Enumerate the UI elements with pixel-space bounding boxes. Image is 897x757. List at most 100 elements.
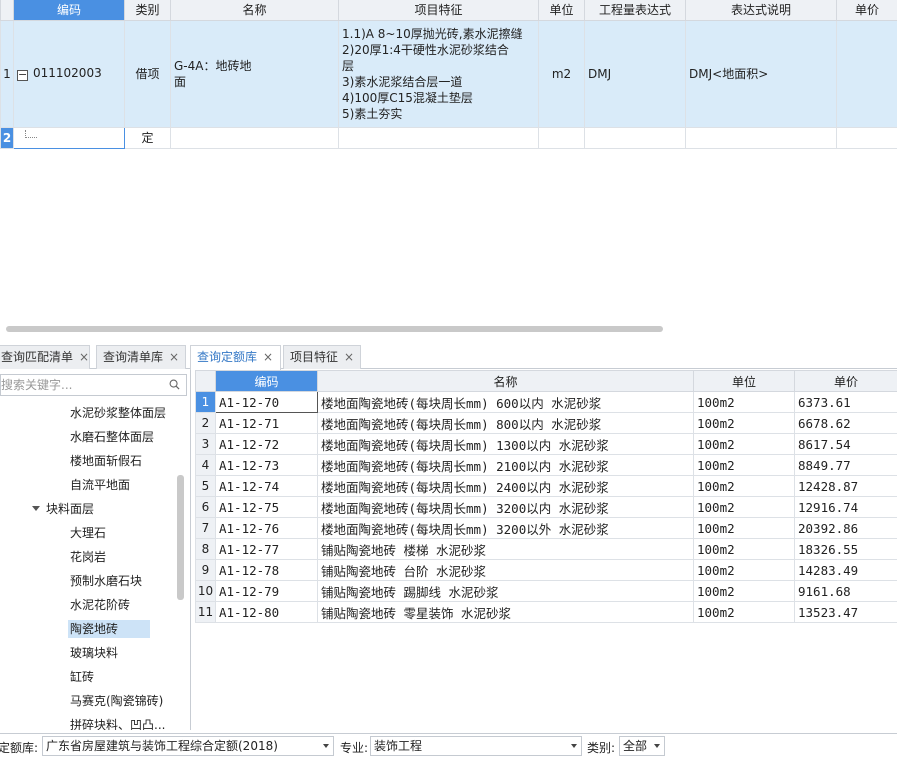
quota-code[interactable]: A1-12-77 — [215, 538, 318, 560]
quota-code-input-cell[interactable] — [13, 126, 125, 149]
quota-unit[interactable]: 100m2 — [693, 580, 795, 602]
row-number[interactable]: 7 — [195, 517, 216, 539]
bill-expression[interactable]: DMJ — [584, 19, 686, 128]
quota-price[interactable]: 6373.61 — [794, 391, 897, 413]
quota-unit[interactable]: 100m2 — [693, 517, 795, 539]
quota-features[interactable] — [338, 126, 539, 149]
quota-code[interactable]: A1-12-70 — [215, 391, 318, 413]
quota-code[interactable]: A1-12-73 — [215, 454, 318, 476]
quota-price[interactable]: 6678.62 — [794, 412, 897, 434]
bill-unit[interactable]: m2 — [538, 19, 585, 128]
quota-unit[interactable]: 100m2 — [693, 559, 795, 581]
header-features[interactable]: 项目特征 — [338, 0, 539, 21]
quota-code[interactable]: A1-12-76 — [215, 517, 318, 539]
quota-price[interactable]: 18326.55 — [794, 538, 897, 560]
row-number[interactable]: 5 — [195, 475, 216, 497]
quota-table-row[interactable]: 2 A1-12-71 楼地面陶瓷地砖(每块周长mm) 800以内 水泥砂浆 100m2… — [195, 412, 897, 434]
quota-name[interactable]: 铺贴陶瓷地砖 踢脚线 水泥砂浆 — [317, 580, 694, 602]
quota-code[interactable]: A1-12-80 — [215, 601, 318, 623]
quota-table-row[interactable]: 9 A1-12-78 铺贴陶瓷地砖 台阶 水泥砂浆 100m2 14283.49 — [195, 559, 897, 581]
row-number[interactable]: 1 — [195, 391, 216, 413]
quota-table-row[interactable]: 1 A1-12-70 楼地面陶瓷地砖(每块周长mm) 600以内 水泥砂浆 100m2… — [195, 391, 897, 413]
tree-item[interactable]: 水泥花阶砖 — [0, 593, 176, 617]
quota-table-row[interactable]: 10 A1-12-79 铺贴陶瓷地砖 踢脚线 水泥砂浆 100m2 9161.68 — [195, 580, 897, 602]
quota-unit[interactable]: 100m2 — [693, 391, 795, 413]
quota-name[interactable]: 楼地面陶瓷地砖(每块周长mm) 3200以外 水泥砂浆 — [317, 517, 694, 539]
bill-expression-desc[interactable]: DMJ<地面积> — [685, 19, 837, 128]
tree-item[interactable]: 楼地面斩假石 — [0, 449, 176, 473]
tree-item[interactable]: 大理石 — [0, 521, 176, 545]
bill-price[interactable] — [836, 19, 897, 128]
row-number[interactable]: 9 — [195, 559, 216, 581]
quota-name[interactable]: 楼地面陶瓷地砖(每块周长mm) 600以内 水泥砂浆 — [317, 391, 694, 413]
quota-name[interactable]: 铺贴陶瓷地砖 零星装饰 水泥砂浆 — [317, 601, 694, 623]
search-box[interactable] — [0, 374, 187, 396]
quota-code[interactable]: A1-12-71 — [215, 412, 318, 434]
quota-library-select[interactable]: 广东省房屋建筑与装饰工程综合定额(2018) — [42, 736, 334, 756]
header-expression-desc[interactable]: 表达式说明 — [685, 0, 837, 21]
bill-features-cell[interactable]: 1.1)A 8~10厚抛光砖,素水泥擦缝 2)20厚1:4干硬性水泥砂浆结合 层… — [338, 19, 539, 128]
quota-name[interactable]: 铺贴陶瓷地砖 楼梯 水泥砂浆 — [317, 538, 694, 560]
bill-row[interactable]: 1 −011102003 借项 G-4A：地砖地 面 1.1)A 8~10厚抛光… — [0, 19, 897, 128]
quota-table-row[interactable]: 7 A1-12-76 楼地面陶瓷地砖(每块周长mm) 3200以外 水泥砂浆 100m… — [195, 517, 897, 539]
quota-name[interactable] — [170, 126, 339, 149]
row-number[interactable]: 2 — [0, 126, 14, 149]
quota-code[interactable]: A1-12-75 — [215, 496, 318, 518]
quota-row[interactable]: 2 定 — [0, 126, 897, 149]
quota-price[interactable]: 12428.87 — [794, 475, 897, 497]
header-name[interactable]: 名称 — [317, 370, 694, 392]
quota-code[interactable]: A1-12-78 — [215, 559, 318, 581]
quota-table-row[interactable]: 4 A1-12-73 楼地面陶瓷地砖(每块周长mm) 2100以内 水泥砂浆 100m… — [195, 454, 897, 476]
quota-price[interactable]: 8849.77 — [794, 454, 897, 476]
row-number[interactable]: 3 — [195, 433, 216, 455]
quota-code[interactable]: A1-12-79 — [215, 580, 318, 602]
tab-item-features[interactable]: 项目特征 × — [283, 345, 361, 369]
quota-unit[interactable]: 100m2 — [693, 412, 795, 434]
quota-unit[interactable]: 100m2 — [693, 454, 795, 476]
header-code[interactable]: 编码 — [215, 370, 318, 392]
quota-code[interactable]: A1-12-74 — [215, 475, 318, 497]
quota-price[interactable]: 8617.54 — [794, 433, 897, 455]
search-input[interactable] — [1, 375, 161, 395]
quota-name[interactable]: 楼地面陶瓷地砖(每块周长mm) 2100以内 水泥砂浆 — [317, 454, 694, 476]
quota-name[interactable]: 楼地面陶瓷地砖(每块周长mm) 1300以内 水泥砂浆 — [317, 433, 694, 455]
quota-price[interactable]: 13523.47 — [794, 601, 897, 623]
quota-price[interactable]: 14283.49 — [794, 559, 897, 581]
quota-price[interactable] — [836, 126, 897, 149]
quota-name[interactable]: 楼地面陶瓷地砖(每块周长mm) 2400以内 水泥砂浆 — [317, 475, 694, 497]
quota-name[interactable]: 楼地面陶瓷地砖(每块周长mm) 3200以内 水泥砂浆 — [317, 496, 694, 518]
tree-item[interactable]: 花岗岩 — [0, 545, 176, 569]
row-number[interactable]: 8 — [195, 538, 216, 560]
row-number[interactable]: 6 — [195, 496, 216, 518]
tree-item-selected[interactable]: 陶瓷地砖 — [0, 617, 176, 641]
quota-unit[interactable]: 100m2 — [693, 496, 795, 518]
quota-category[interactable]: 定 — [124, 126, 171, 149]
tree-item[interactable]: 水磨石整体面层 — [0, 425, 176, 449]
quota-table-row[interactable]: 3 A1-12-72 楼地面陶瓷地砖(每块周长mm) 1300以内 水泥砂浆 100m… — [195, 433, 897, 455]
row-number[interactable]: 10 — [195, 580, 216, 602]
header-price[interactable]: 单价 — [794, 370, 897, 392]
header-name[interactable]: 名称 — [170, 0, 339, 21]
row-number[interactable]: 11 — [195, 601, 216, 623]
header-unit[interactable]: 单位 — [538, 0, 585, 21]
major-select[interactable]: 装饰工程 — [370, 736, 582, 756]
quota-expression[interactable] — [584, 126, 686, 149]
tab-quota-library[interactable]: 查询定额库 × — [190, 345, 281, 370]
tree-item[interactable]: 缸砖 — [0, 665, 176, 689]
tree-item[interactable]: 预制水磨石块 — [0, 569, 176, 593]
bill-name-cell[interactable]: G-4A：地砖地 面 — [170, 19, 339, 128]
tree-item[interactable]: 自流平地面 — [0, 473, 176, 497]
header-category[interactable]: 类别 — [124, 0, 171, 21]
header-expression[interactable]: 工程量表达式 — [584, 0, 686, 21]
quota-expression-desc[interactable] — [685, 126, 837, 149]
quota-table-row[interactable]: 5 A1-12-74 楼地面陶瓷地砖(每块周长mm) 2400以内 水泥砂浆 100m… — [195, 475, 897, 497]
search-icon[interactable] — [169, 379, 180, 390]
quota-table-row[interactable]: 6 A1-12-75 楼地面陶瓷地砖(每块周长mm) 3200以内 水泥砂浆 100m… — [195, 496, 897, 518]
row-number[interactable]: 1 — [0, 19, 14, 128]
tab-bill-library[interactable]: 查询清单库 × — [96, 345, 186, 369]
quota-unit[interactable]: 100m2 — [693, 433, 795, 455]
close-icon[interactable]: × — [344, 350, 354, 364]
quota-table-row[interactable]: 8 A1-12-77 铺贴陶瓷地砖 楼梯 水泥砂浆 100m2 18326.55 — [195, 538, 897, 560]
tab-match-bill[interactable]: 查询匹配清单 × — [0, 345, 90, 369]
tree-group-block-surface[interactable]: 块料面层 — [0, 497, 176, 521]
